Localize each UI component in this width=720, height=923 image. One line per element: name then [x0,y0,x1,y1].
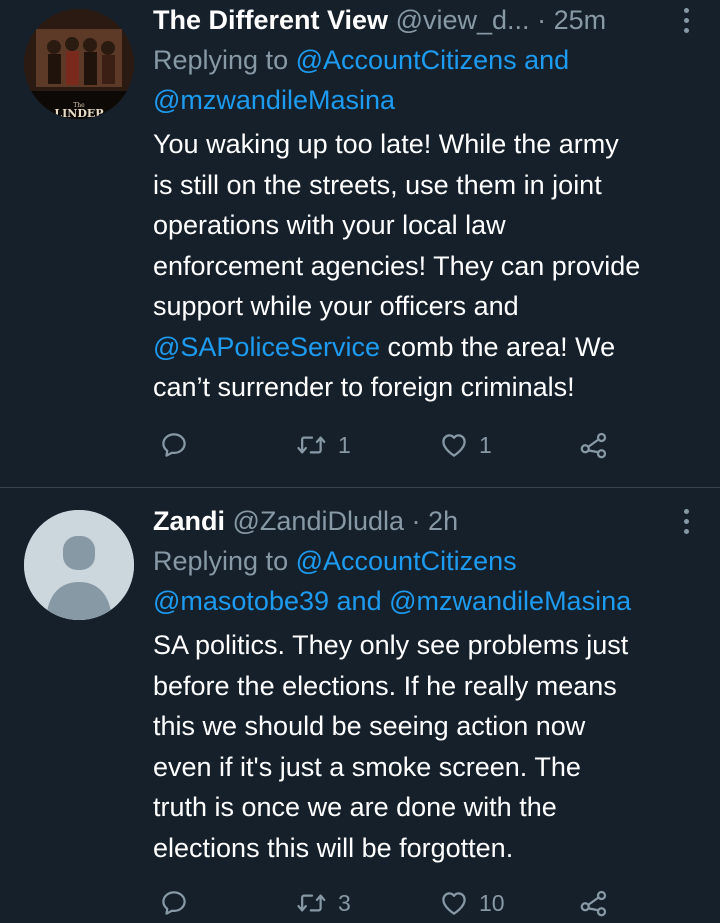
user-handle[interactable]: @ZandiDludla [233,506,405,536]
separator-dot: · [537,5,547,35]
share-button[interactable] [579,883,609,923]
avatar[interactable] [24,510,134,620]
tweet-text-line: support while your officers and [153,291,519,321]
timestamp[interactable]: 2h [428,506,458,536]
mention-link[interactable]: @mzwandileMasina [153,85,395,115]
like-icon [442,434,466,457]
share-button[interactable] [579,425,609,465]
tweet-text: SA politics. They only see problems just… [153,625,696,868]
like-count: 10 [479,889,505,916]
tweet-text-line: operations with your local law [153,210,506,240]
tweet-actions: 3 10 [153,883,623,923]
mention-join[interactable]: and [524,45,569,75]
retweet-icon [297,894,326,912]
share-icon [580,432,607,459]
mention-link[interactable]: @AccountCitizens [296,45,517,75]
replying-label: Replying to [153,45,289,75]
retweet-count: 3 [338,889,351,916]
retweet-icon [297,436,326,454]
avatar-image: The LINDEP [24,9,134,119]
tweet-text-line: can’t surrender to foreign criminals! [153,372,575,402]
replying-to-line2: @mzwandileMasina [153,80,696,120]
avatar[interactable]: The LINDEP [24,9,134,119]
reply-button[interactable] [159,425,189,465]
tweet-text-line: enforcement agencies! They can provide [153,250,641,281]
tweet-text: You waking up too late! While the army i… [153,124,696,408]
share-icon [580,890,607,917]
tweet-text-line: even if it's just a smoke screen. The [153,751,581,782]
mention-link[interactable]: @SAPoliceService [153,332,380,362]
tweet-text-fragment: comb the area! We [380,331,616,362]
display-name[interactable]: Zandi [153,506,225,536]
reply-icon [162,891,186,915]
like-count: 1 [479,431,492,458]
tweet-text-line: SA politics. They only see problems just [153,630,629,660]
reply-icon [162,433,186,457]
tweet-text-line: is still on the streets, use them in joi… [153,169,602,200]
reply-button[interactable] [159,883,189,923]
retweet-button[interactable]: 3 [296,883,351,923]
mention-link[interactable]: @mzwandileMasina [389,586,631,616]
tweet-text-line: truth is once we are done with the [153,792,557,822]
tweet-text-line: this we should be seeing action now [153,711,586,741]
tweet[interactable]: Zandi @ZandiDludla · 2h Replying to @Acc… [0,488,720,917]
replying-label: Replying to [153,546,289,576]
svg-text:LINDEP: LINDEP [54,107,103,119]
like-button[interactable]: 1 [439,425,492,465]
mention-join[interactable]: and [337,586,382,616]
tweet-text-line: @SAPoliceService comb the area! We [153,327,696,368]
timestamp[interactable]: 25m [554,5,607,35]
retweet-count: 1 [338,431,351,458]
default-avatar-icon [24,510,134,620]
tweet-actions: 1 1 [153,425,623,465]
tweet-text-line: before the elections. If he really means [153,670,617,701]
tweet-header: The Different View @view_d... · 25m [153,0,696,40]
replying-to-line2: @masotobe39 and @mzwandileMasina [153,581,696,621]
replying-to: Replying to @AccountCitizens and [153,40,696,80]
tweet-text-line: elections this will be forgotten. [153,832,514,863]
mention-link[interactable]: @masotobe39 [153,586,329,616]
tweet-header: Zandi @ZandiDludla · 2h [153,501,696,541]
retweet-button[interactable]: 1 [296,425,351,465]
mention-link[interactable]: @AccountCitizens [296,546,517,576]
like-icon [442,892,466,915]
tweet-text-line: You waking up too late! While the army [153,129,619,159]
separator-dot: · [411,506,421,536]
tweet[interactable]: The LINDEP The Different View @view_d...… [0,0,720,487]
more-icon[interactable] [682,509,690,535]
more-icon[interactable] [682,8,690,34]
user-handle[interactable]: @view_d... [396,5,530,35]
like-button[interactable]: 10 [439,883,505,923]
replying-to: Replying to @AccountCitizens [153,541,696,581]
display-name[interactable]: The Different View [153,5,388,35]
